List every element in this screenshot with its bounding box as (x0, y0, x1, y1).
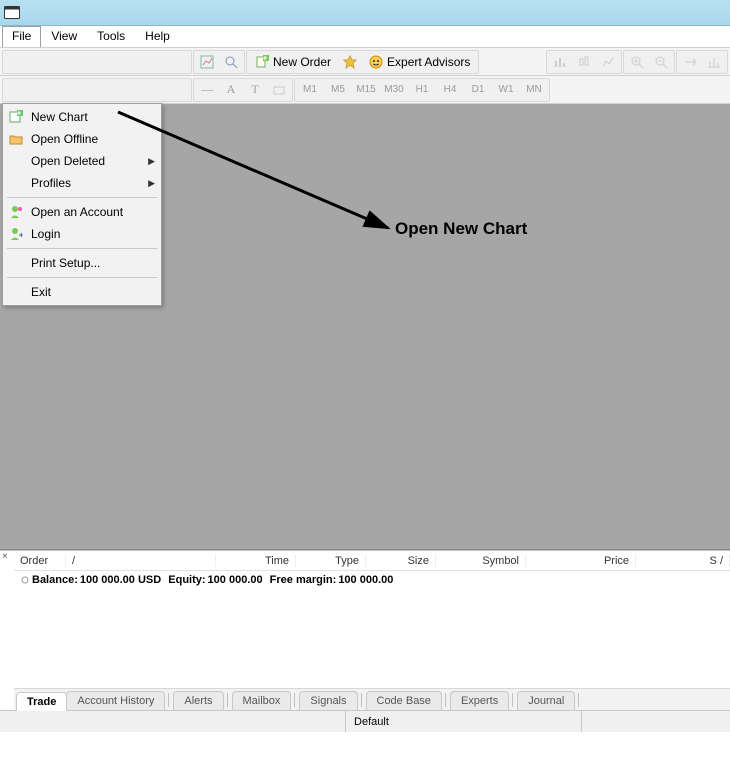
tab-account-history[interactable]: Account History (66, 691, 165, 710)
timeframe-h1[interactable]: H1 (409, 80, 435, 100)
status-cell-connection (581, 711, 730, 732)
menu-separator (7, 277, 157, 278)
col-time[interactable]: Time (216, 555, 296, 567)
expert-advisors-label: Expert Advisors (387, 55, 470, 69)
candle-chart-icon[interactable] (573, 52, 595, 72)
zoom-in-icon[interactable] (626, 52, 648, 72)
file-menu-print-setup[interactable]: Print Setup... (3, 252, 161, 274)
terminal-tabs: Trade Account History Alerts Mailbox Sig… (14, 688, 730, 710)
file-menu-new-chart[interactable]: New Chart (3, 106, 161, 128)
terminal-panel: × Terminal Order / Time Type Size Symbol… (0, 550, 730, 710)
col-size[interactable]: Size (366, 555, 436, 567)
file-menu-dropdown: New Chart Open Offline Open Deleted ▶ Pr… (2, 103, 162, 306)
text-label-icon[interactable]: T (244, 80, 266, 100)
tab-experts[interactable]: Experts (450, 691, 509, 710)
user-green-icon (7, 226, 25, 242)
autotrading-icon[interactable] (339, 52, 361, 72)
close-icon[interactable]: × (2, 553, 12, 563)
timeframe-m15[interactable]: M15 (353, 80, 379, 100)
tab-journal[interactable]: Journal (517, 691, 575, 710)
tab-alerts[interactable]: Alerts (173, 691, 223, 710)
tab-trade[interactable]: Trade (16, 692, 67, 711)
new-order-icon (255, 55, 269, 69)
zoom-out-icon[interactable] (650, 52, 672, 72)
expert-advisors-icon (369, 55, 383, 69)
col-type[interactable]: Type (296, 555, 366, 567)
file-menu-open-account[interactable]: Open an Account (3, 201, 161, 223)
terminal-vertical-label: Terminal (0, 650, 1, 688)
horizontal-line-icon[interactable]: — (196, 80, 218, 100)
new-order-button[interactable]: New Order (249, 52, 337, 72)
timeframe-d1[interactable]: D1 (465, 80, 491, 100)
tab-mailbox[interactable]: Mailbox (232, 691, 292, 710)
file-menu-open-deleted[interactable]: Open Deleted ▶ (3, 150, 161, 172)
file-menu-login[interactable]: Login (3, 223, 161, 245)
terminal-header-row: Order / Time Type Size Symbol Price S / (14, 551, 730, 571)
status-cell-help (0, 711, 345, 732)
margin-value: 100 000.00 (338, 574, 393, 586)
file-menu-open-offline[interactable]: Open Offline (3, 128, 161, 150)
titlebar (0, 0, 730, 26)
app-icon (4, 6, 20, 20)
col-order[interactable]: Order (14, 555, 66, 567)
new-chart-icon (7, 109, 25, 125)
expert-advisors-button[interactable]: Expert Advisors (363, 52, 476, 72)
col-sort[interactable]: / (66, 555, 216, 567)
shift-tool-icon[interactable] (703, 52, 725, 72)
workspace: New Chart Open Offline Open Deleted ▶ Pr… (0, 104, 730, 550)
annotation-label: Open New Chart (395, 219, 527, 239)
line-chart-icon[interactable] (597, 52, 619, 72)
timeframe-m30[interactable]: M30 (381, 80, 407, 100)
folder-icon (7, 131, 25, 147)
timeframe-m5[interactable]: M5 (325, 80, 351, 100)
file-menu-profiles[interactable]: Profiles ▶ (3, 172, 161, 194)
tab-signals[interactable]: Signals (299, 691, 357, 710)
bar-chart-icon[interactable] (549, 52, 571, 72)
menu-tools[interactable]: Tools (87, 26, 135, 47)
scroll-tool-icon[interactable] (679, 52, 701, 72)
toolbar-row-1: New Order Expert Advisors (0, 48, 730, 76)
status-cell-profile[interactable]: Default (345, 711, 581, 732)
objects-tool-icon[interactable] (268, 80, 290, 100)
text-tool-icon[interactable]: A (220, 80, 242, 100)
equity-value: 100 000.00 (208, 574, 263, 586)
timeframe-h4[interactable]: H4 (437, 80, 463, 100)
submenu-arrow-icon: ▶ (148, 156, 155, 167)
user-green-icon (7, 204, 25, 220)
balance-value: 100 000.00 USD (80, 574, 161, 586)
margin-label: Free margin: (270, 574, 337, 586)
menu-view[interactable]: View (41, 26, 87, 47)
menu-separator (7, 197, 157, 198)
balance-label: Balance: (32, 574, 78, 586)
balance-dot-icon (20, 575, 30, 585)
col-s[interactable]: S / (636, 555, 730, 567)
submenu-arrow-icon: ▶ (148, 178, 155, 189)
menu-separator (7, 248, 157, 249)
menu-help[interactable]: Help (135, 26, 180, 47)
tab-code-base[interactable]: Code Base (366, 691, 442, 710)
menubar: File View Tools Help (0, 26, 730, 48)
timeframe-m1[interactable]: M1 (297, 80, 323, 100)
balance-row[interactable]: Balance: 100 000.00 USD Equity: 100 000.… (14, 571, 730, 589)
timeframe-mn[interactable]: MN (521, 80, 547, 100)
timeframe-w1[interactable]: W1 (493, 80, 519, 100)
file-menu-exit[interactable]: Exit (3, 281, 161, 303)
menu-file[interactable]: File (2, 26, 41, 47)
chart-tool-icon[interactable] (196, 52, 218, 72)
statusbar: Default (0, 710, 730, 732)
col-symbol[interactable]: Symbol (436, 555, 526, 567)
toolbar-row-2: — A T M1 M5 M15 M30 H1 H4 D1 W1 MN (0, 76, 730, 104)
equity-label: Equity: (168, 574, 205, 586)
new-order-label: New Order (273, 55, 331, 69)
col-price[interactable]: Price (526, 555, 636, 567)
zoom-tool-icon[interactable] (220, 52, 242, 72)
